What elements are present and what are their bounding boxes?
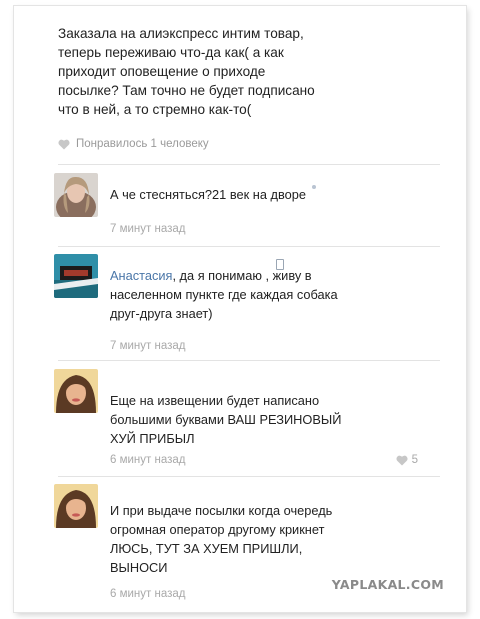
divider — [58, 164, 440, 165]
comment-likes[interactable]: 5 — [396, 454, 418, 466]
comment-time: 6 минут назад — [110, 588, 186, 600]
avatar[interactable] — [54, 484, 98, 528]
comment-time: 6 минут назад — [110, 454, 186, 466]
comment-time: 7 минут назад — [110, 223, 186, 235]
comment: А че стесняться?21 век на дворе 7 минут … — [54, 173, 454, 243]
divider — [58, 476, 440, 477]
online-indicator — [312, 185, 316, 189]
comment: Еще на извещении будет написано большими… — [54, 369, 454, 469]
avatar[interactable] — [54, 254, 98, 298]
avatar[interactable] — [54, 369, 98, 413]
comment-time: 7 минут назад — [110, 340, 186, 352]
screenshot-frame: Заказала на алиэкспресс интим товар, теп… — [14, 6, 466, 612]
comment-text: Анастасия, да я понимаю , живу в населен… — [110, 266, 430, 323]
avatar[interactable] — [54, 173, 98, 217]
comment-text: И при выдаче посылки когда очередь огром… — [110, 503, 333, 575]
heart-icon — [396, 455, 408, 465]
comment-likes-count: 5 — [411, 454, 418, 466]
comment: Анастасия, да я понимаю , живу в населен… — [54, 254, 454, 354]
comment-text: Еще на извещении будет написано большими… — [110, 393, 342, 446]
reply-author-link[interactable]: Анастасия — [110, 268, 172, 283]
comment-text: А че стесняться?21 век на дворе — [110, 187, 306, 202]
post-likes-label: Понравилось 1 человеку — [76, 138, 209, 150]
divider — [58, 246, 440, 247]
mobile-icon — [276, 259, 284, 270]
post-likes[interactable]: Понравилось 1 человеку — [58, 138, 209, 150]
heart-icon — [58, 139, 70, 149]
watermark: YAPLAKAL.COM — [331, 577, 444, 592]
divider — [58, 360, 440, 361]
post-text: Заказала на алиэкспресс интим товар, теп… — [58, 26, 315, 117]
